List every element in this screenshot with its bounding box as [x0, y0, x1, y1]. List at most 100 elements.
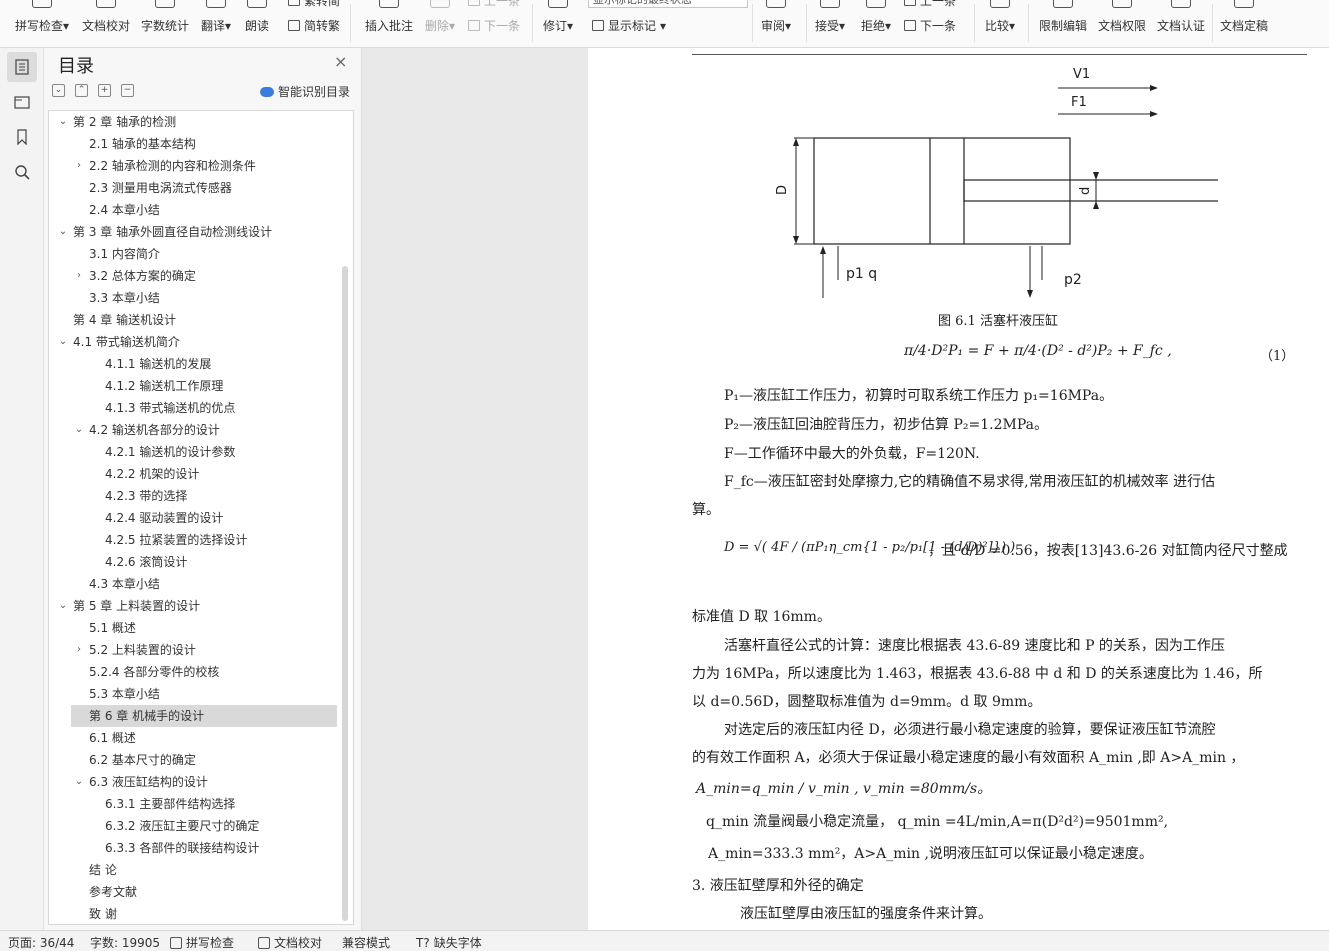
toc-item[interactable]: 4.2.2 机架的设计: [49, 463, 339, 485]
toc-item[interactable]: 3.1 内容简介: [49, 243, 339, 265]
doc-proofread-button[interactable]: 文档校对: [80, 0, 132, 47]
toc-item[interactable]: 6.3.2 液压缸主要尺寸的确定: [49, 815, 339, 837]
toc-item[interactable]: 5.1 概述: [49, 617, 339, 639]
toc-item-label: 4.2.5 拉紧装置的选择设计: [105, 533, 248, 547]
toc-item[interactable]: 4.1.2 输送机工作原理: [49, 375, 339, 397]
toc-item[interactable]: 致 谢: [49, 903, 339, 924]
toc-item[interactable]: 4.2.4 驱动装置的设计: [49, 507, 339, 529]
chevron-down-icon[interactable]: ⌄: [73, 771, 85, 793]
toc-item[interactable]: 结 论: [49, 859, 339, 881]
toc-item-label: 致 谢: [89, 907, 117, 921]
toc-scrollbar[interactable]: [342, 266, 348, 921]
toc-item-label: 3.3 本章小结: [89, 291, 160, 305]
chevron-right-icon[interactable]: ›: [73, 639, 85, 661]
toc-item[interactable]: › 3.2 总体方案的确定: [49, 265, 339, 287]
toc-item[interactable]: 4.2.5 拉紧装置的选择设计: [49, 529, 339, 551]
toc-item[interactable]: 6.2 基本尺寸的确定: [49, 749, 339, 771]
ribbon-toolbar: 拼写检查▾ 文档校对 字数统计 翻译▾ 朗读 繁转简 简转繁 插入批注 删除▾ …: [0, 0, 1329, 48]
toc-item[interactable]: › 2.2 轴承检测的内容和检测条件: [49, 155, 339, 177]
chapter-nav-button[interactable]: [7, 87, 37, 117]
toc-item[interactable]: 6.3.3 各部件的联接结构设计: [49, 837, 339, 859]
toc-item[interactable]: ⌄ 第 2 章 轴承的检测: [49, 111, 339, 133]
section-heading-3: 3. 液压缸壁厚和外径的确定: [692, 878, 864, 894]
doc-certify-button[interactable]: 文档认证: [1155, 0, 1207, 47]
toc-panel-button[interactable]: [7, 52, 37, 82]
chevron-right-icon[interactable]: ›: [73, 155, 85, 177]
delete-comment-button[interactable]: 删除▾: [422, 0, 458, 47]
add-heading-icon[interactable]: +: [98, 84, 111, 97]
accept-button[interactable]: 接受▾: [812, 0, 848, 47]
chevron-right-icon[interactable]: ›: [73, 265, 85, 287]
toc-item[interactable]: 5.2.4 各部分零件的校核: [49, 661, 339, 683]
page-indicator[interactable]: 页面: 36/44: [8, 934, 74, 951]
reject-button[interactable]: 拒绝▾: [858, 0, 894, 47]
missing-font-indicator[interactable]: T? 缺失字体: [416, 934, 482, 951]
search-button[interactable]: [7, 157, 37, 187]
spell-check-button[interactable]: 拼写检查▾: [12, 0, 72, 47]
markup-state-select[interactable]: 显示标记的最终状态: [588, 0, 748, 8]
ribbon-separator: [974, 4, 975, 42]
toc-item[interactable]: ⌄ 6.3 液压缸结构的设计: [49, 771, 339, 793]
chevron-down-icon[interactable]: ⌄: [57, 111, 69, 133]
close-icon[interactable]: ×: [334, 54, 347, 70]
chevron-down-icon[interactable]: ⌄: [73, 419, 85, 441]
toc-item[interactable]: 2.3 测量用电涡流式传感器: [49, 177, 339, 199]
word-count-button[interactable]: 字数统计: [140, 0, 190, 47]
toc-item-label: 4.3 本章小结: [89, 577, 160, 591]
ribbon-separator: [532, 4, 533, 42]
toc-item[interactable]: ⌄ 4.2 输送机各部分的设计: [49, 419, 339, 441]
toc-item[interactable]: 第 6 章 机械手的设计: [71, 705, 337, 727]
toc-item[interactable]: › 5.2 上料装置的设计: [49, 639, 339, 661]
toc-item[interactable]: 参考文献: [49, 881, 339, 903]
toc-item[interactable]: 2.4 本章小结: [49, 199, 339, 221]
toc-item[interactable]: 4.2.1 输送机的设计参数: [49, 441, 339, 463]
restrict-edit-button[interactable]: 限制编辑: [1036, 0, 1090, 47]
revise-button[interactable]: 修订▾: [540, 0, 576, 47]
toc-item-label: 4.1 带式输送机简介: [73, 335, 180, 349]
toc-item[interactable]: ⌄ 第 3 章 轴承外圆直径自动检测线设计: [49, 221, 339, 243]
toc-item[interactable]: 4.1.3 带式输送机的优点: [49, 397, 339, 419]
trad-to-simp-button[interactable]: 繁转简: [288, 0, 340, 9]
toc-item[interactable]: 第 4 章 输送机设计: [49, 309, 339, 331]
toc-item[interactable]: 5.3 本章小结: [49, 683, 339, 705]
document-page[interactable]: V1 F1 D d p1 q p2 图 6.1 活塞杆液压缸 π/4·D²P₁ …: [588, 48, 1329, 930]
collapse-all-icon[interactable]: ⌄: [52, 84, 65, 97]
chevron-down-icon[interactable]: ⌄: [57, 221, 69, 243]
chevron-down-icon[interactable]: ⌄: [57, 595, 69, 617]
doc-finalize-button[interactable]: 文档定稿: [1218, 0, 1270, 47]
toc-item[interactable]: 4.2.3 带的选择: [49, 485, 339, 507]
translate-button[interactable]: 翻译▾: [198, 0, 234, 47]
prev-change-button[interactable]: 上一条: [904, 0, 956, 9]
toc-item[interactable]: 4.1.1 输送机的发展: [49, 353, 339, 375]
toc-item[interactable]: 3.3 本章小结: [49, 287, 339, 309]
ribbon-separator: [806, 4, 807, 42]
next-comment-button[interactable]: 下一条: [468, 17, 520, 34]
compat-mode[interactable]: 兼容模式: [342, 934, 390, 951]
bookmark-button[interactable]: [7, 122, 37, 152]
para-amin: A_min=q_min / v_min , v_min =80mm/s。: [696, 781, 992, 797]
remove-heading-icon[interactable]: −: [121, 84, 134, 97]
toc-item-label: 4.2.3 带的选择: [105, 489, 188, 503]
chevron-down-icon[interactable]: ⌄: [57, 331, 69, 353]
status-proofread[interactable]: 文档校对: [258, 934, 322, 951]
next-change-button[interactable]: 下一条: [904, 17, 956, 34]
read-aloud-button[interactable]: 朗读: [242, 0, 272, 47]
toc-item[interactable]: 4.3 本章小结: [49, 573, 339, 595]
toc-item[interactable]: 6.1 概述: [49, 727, 339, 749]
doc-permission-button[interactable]: 文档权限: [1096, 0, 1148, 47]
simp-to-trad-button[interactable]: 简转繁: [288, 17, 340, 34]
expand-level-icon[interactable]: ⌃: [75, 84, 88, 97]
toc-item[interactable]: ⌄ 第 5 章 上料装置的设计: [49, 595, 339, 617]
status-spell-check[interactable]: 拼写检查: [170, 934, 234, 951]
show-markup-button[interactable]: 显示标记 ▾: [592, 17, 666, 34]
toc-item[interactable]: ⌄ 4.1 带式输送机简介: [49, 331, 339, 353]
ai-recognize-toc-button[interactable]: 智能识别目录: [260, 83, 350, 100]
toc-item[interactable]: 4.2.6 滚筒设计: [49, 551, 339, 573]
toc-item[interactable]: 6.3.1 主要部件结构选择: [49, 793, 339, 815]
prev-comment-button[interactable]: 上一条: [468, 0, 520, 9]
word-count-indicator[interactable]: 字数: 19905: [90, 934, 160, 951]
compare-button[interactable]: 比较▾: [982, 0, 1018, 47]
review-button[interactable]: 审阅▾: [758, 0, 794, 47]
toc-item[interactable]: 2.1 轴承的基本结构: [49, 133, 339, 155]
insert-comment-button[interactable]: 插入批注: [362, 0, 416, 47]
